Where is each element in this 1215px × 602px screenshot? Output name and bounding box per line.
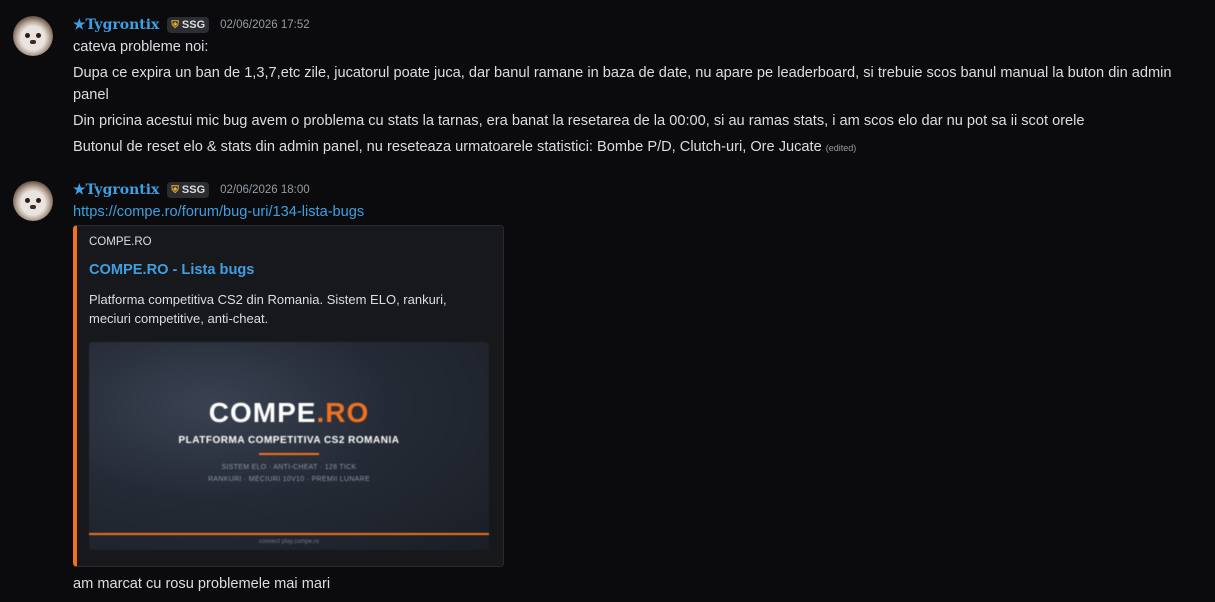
message-text: Butonul de reset elo & stats din admin p… (73, 139, 822, 155)
message-line: cateva probleme noi: (73, 39, 209, 55)
user-tag[interactable]: ⛨ SSG (167, 182, 210, 198)
image-subtitle: PLATFORMA COMPETITIVA CS2 ROMANIA (178, 435, 400, 446)
user-avatar[interactable] (13, 181, 53, 221)
image-accent-bar (89, 533, 489, 535)
message-header: ★Tygrontix ⛨ SSG 02/06/2026 18:00 (73, 180, 310, 200)
edited-label: (edited) (825, 143, 857, 153)
link-embed: COMPE.RO COMPE.RO - Lista bugs Platforma… (73, 225, 504, 567)
tag-label: SSG (181, 19, 206, 31)
embed-image[interactable]: COMPE.RO PLATFORMA COMPETITIVA CS2 ROMAN… (89, 342, 489, 550)
tag-label: SSG (181, 184, 206, 196)
embed-description: Platforma competitiva CS2 din Romania. S… (89, 290, 489, 328)
timestamp: 02/06/2026 18:00 (220, 184, 310, 196)
shield-icon: ⛨ (171, 19, 179, 31)
image-footer: connect play.compe.ro (259, 539, 319, 545)
username[interactable]: ★Tygrontix (73, 182, 159, 198)
message-line: am marcat cu rosu problemele mai mari (73, 576, 331, 592)
message-link[interactable]: https://compe.ro/forum/bug-uri/134-lista… (73, 204, 364, 220)
user-tag[interactable]: ⛨ SSG (167, 17, 210, 33)
embed-description-line: meciuri competitive, anti-cheat. (89, 311, 269, 326)
embed-title[interactable]: COMPE.RO - Lista bugs (89, 262, 254, 278)
embed-provider[interactable]: COMPE.RO (89, 236, 152, 248)
message-line: Dupa ce expira un ban de 1,3,7,etc zile,… (73, 65, 1172, 81)
image-features: SISTEM ELO · ANTI-CHEAT · 128 TICK (221, 464, 357, 471)
image-features: RANKURI · MECIURI 10V10 · PREMII LUNARE (208, 476, 370, 483)
shield-icon: ⛨ (171, 184, 179, 196)
message-line: Din pricina acestui mic bug avem o probl… (73, 113, 1085, 129)
image-logo: COMPE.RO (208, 397, 370, 428)
embed-description-line: Platforma competitiva CS2 din Romania. S… (89, 292, 447, 307)
message-header: ★Tygrontix ⛨ SSG 02/06/2026 17:52 (73, 15, 310, 35)
message-line: panel (73, 87, 109, 103)
username[interactable]: ★Tygrontix (73, 17, 159, 33)
message-line: https://compe.ro/forum/bug-uri/134-lista… (73, 201, 364, 223)
user-avatar[interactable] (13, 16, 53, 56)
image-divider (259, 453, 319, 455)
timestamp: 02/06/2026 17:52 (220, 19, 310, 31)
message-line: Butonul de reset elo & stats din admin p… (73, 136, 856, 159)
